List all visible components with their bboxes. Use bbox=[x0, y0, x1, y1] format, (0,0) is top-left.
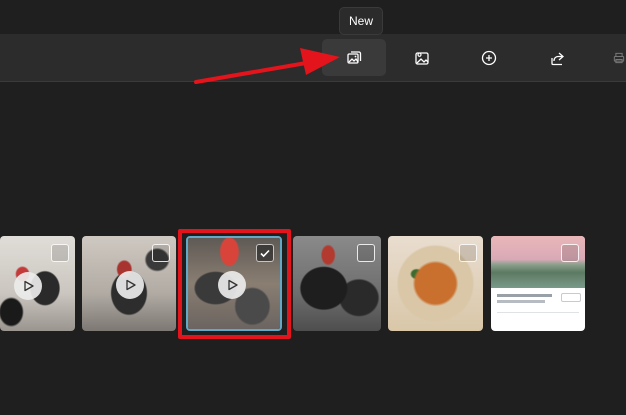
thumbnail-video-2[interactable] bbox=[82, 236, 176, 331]
selection-checkbox[interactable] bbox=[459, 244, 477, 262]
new-photos-icon bbox=[347, 50, 362, 64]
share-button[interactable] bbox=[526, 39, 590, 76]
thumbnail-photo-4[interactable] bbox=[293, 236, 381, 331]
screenshot-text-block bbox=[497, 300, 545, 303]
add-button[interactable] bbox=[457, 39, 521, 76]
selection-checkbox[interactable] bbox=[561, 244, 579, 262]
thumbnail-video-1[interactable] bbox=[0, 236, 75, 331]
selection-checkbox[interactable] bbox=[152, 244, 170, 262]
screenshot-text-block bbox=[497, 294, 552, 297]
print-icon bbox=[613, 52, 625, 63]
print-button[interactable] bbox=[590, 39, 626, 76]
checkmark-icon bbox=[260, 249, 270, 258]
play-button[interactable] bbox=[14, 272, 42, 300]
thumbnail-screenshot-6[interactable] bbox=[491, 236, 585, 331]
play-icon bbox=[126, 279, 136, 291]
play-icon bbox=[228, 279, 238, 291]
play-button[interactable] bbox=[218, 271, 246, 299]
screenshot-footer bbox=[497, 312, 579, 319]
share-icon bbox=[551, 52, 564, 65]
thumbnail-photo-5[interactable] bbox=[388, 236, 483, 331]
import-image-icon bbox=[415, 51, 429, 65]
play-button[interactable] bbox=[116, 271, 144, 299]
play-icon bbox=[24, 280, 34, 292]
selection-checkbox[interactable] bbox=[51, 244, 69, 262]
tooltip-new: New bbox=[339, 7, 383, 35]
new-button[interactable] bbox=[322, 39, 386, 76]
thumbnail-video-3-selected[interactable] bbox=[186, 236, 282, 331]
toolbar bbox=[0, 34, 626, 82]
screenshot-button bbox=[561, 293, 581, 302]
selection-checkbox[interactable] bbox=[357, 244, 375, 262]
title-bar bbox=[0, 0, 626, 34]
import-button[interactable] bbox=[390, 39, 454, 76]
tooltip-label: New bbox=[348, 14, 373, 28]
add-circle-icon bbox=[481, 50, 497, 65]
selection-checkbox-checked[interactable] bbox=[256, 244, 274, 262]
